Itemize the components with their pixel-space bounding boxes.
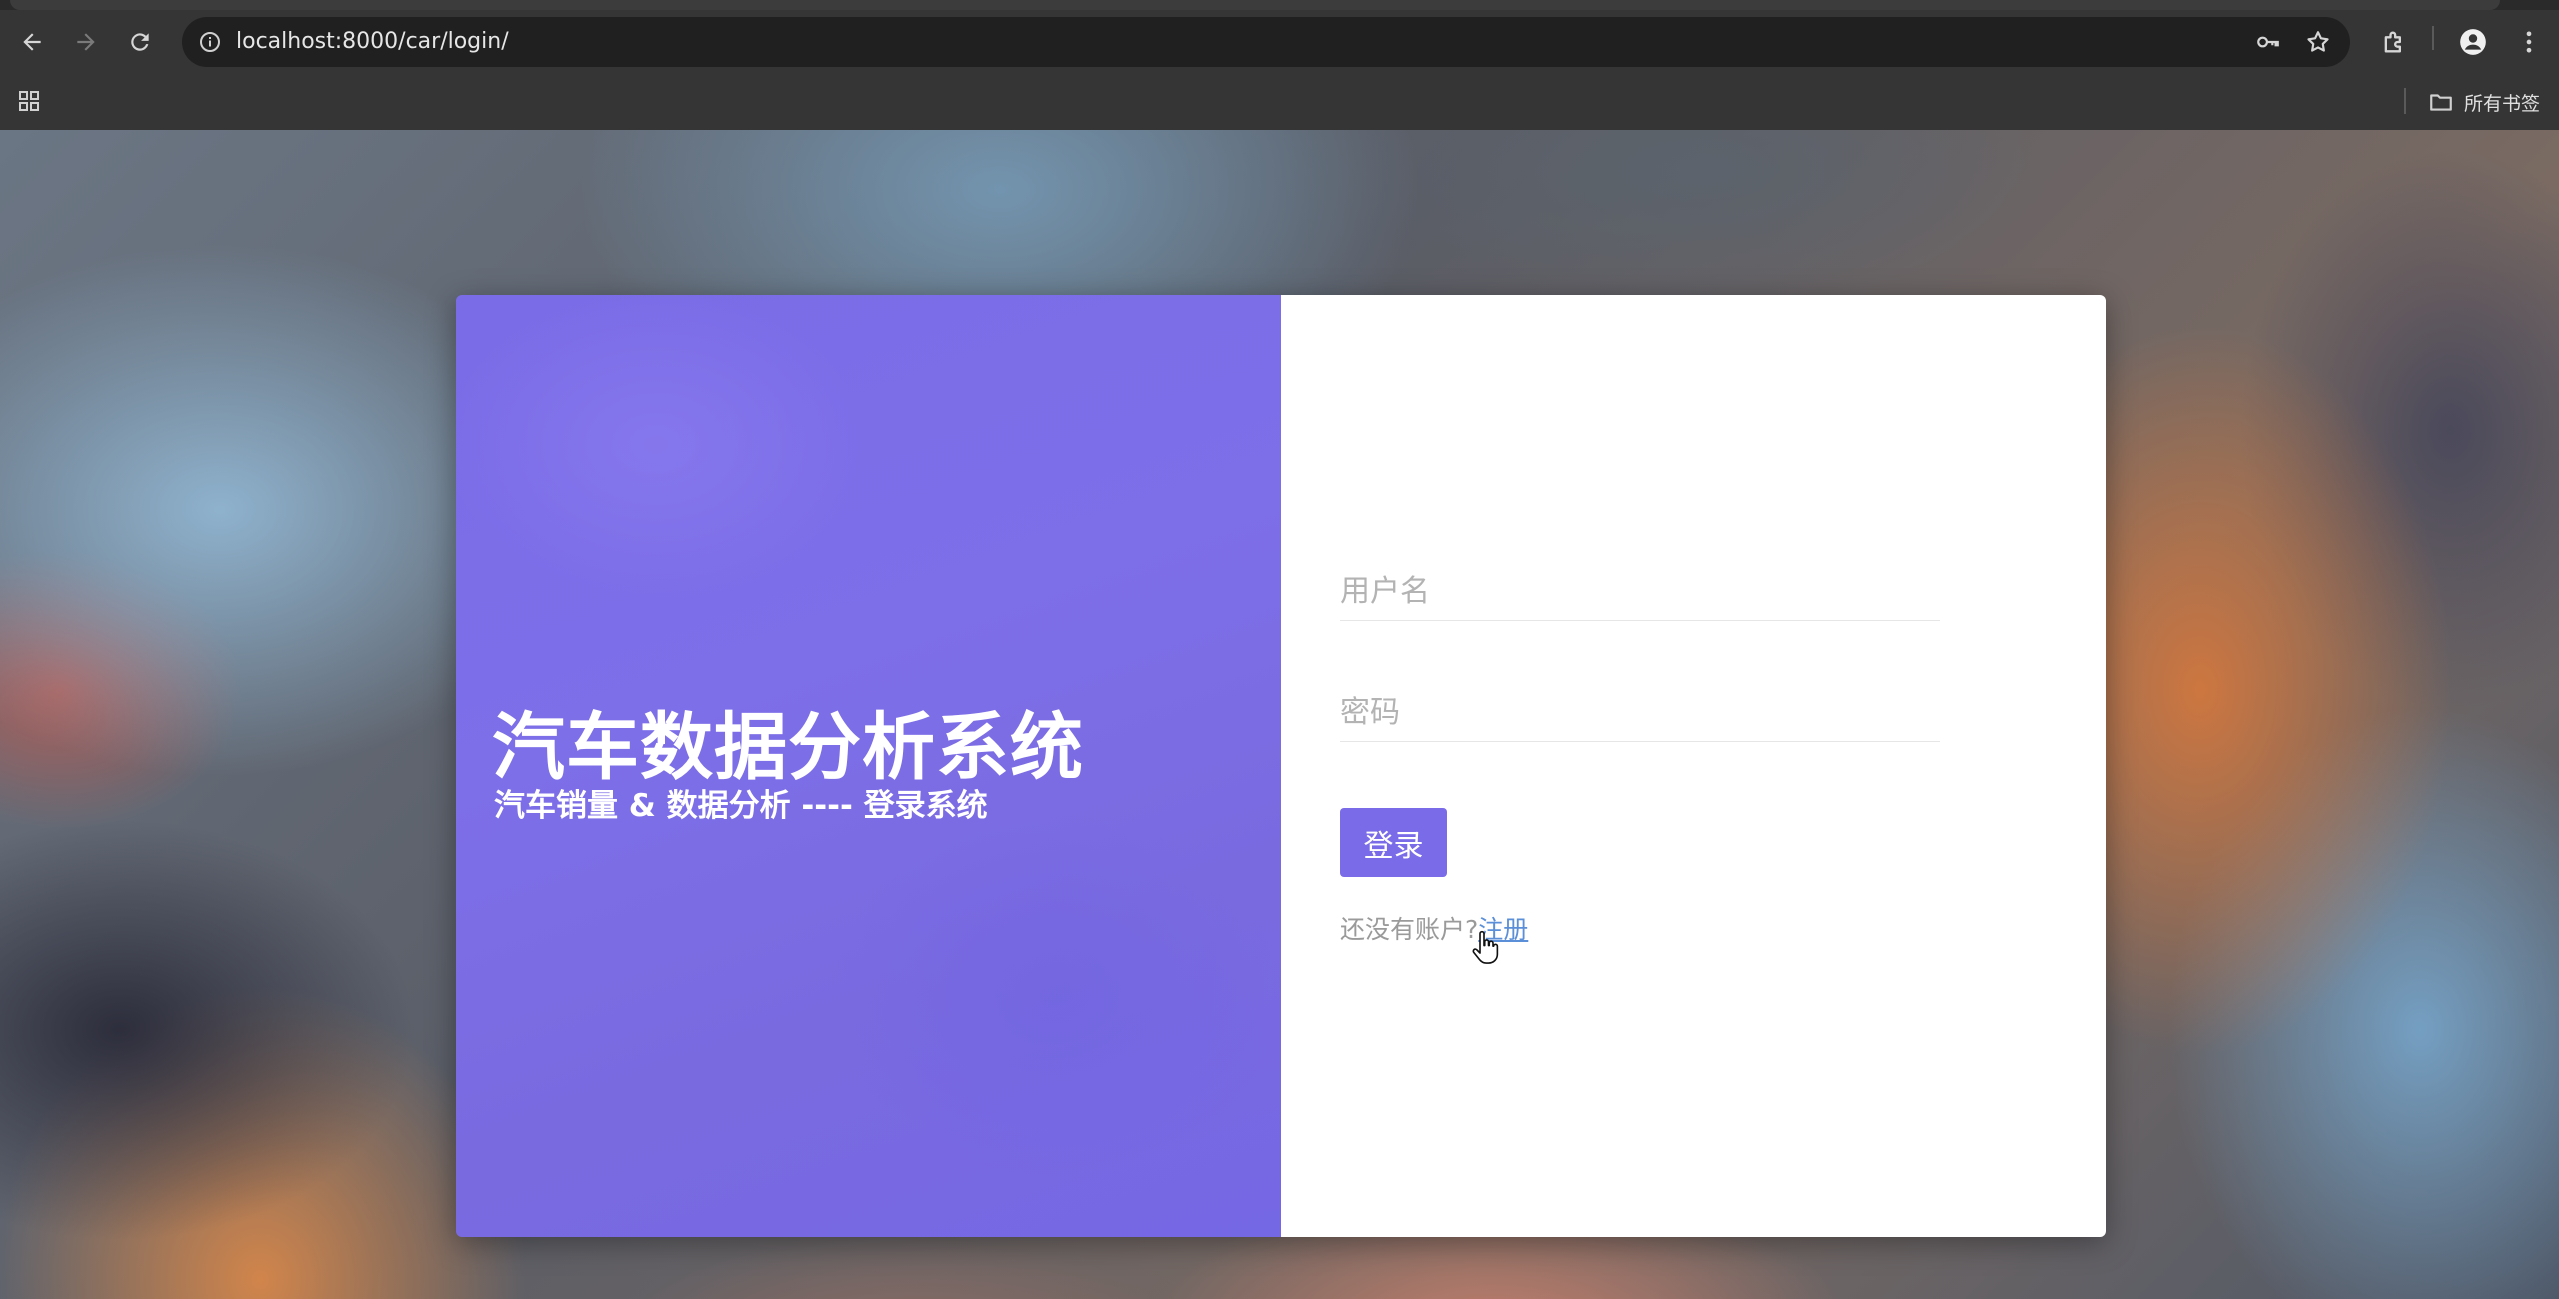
- url-text[interactable]: localhost:8000/car/login/: [236, 17, 509, 67]
- more-vertical-icon: [2526, 31, 2532, 53]
- system-subtitle: 汽车销量 & 数据分析 ---- 登录系统: [494, 788, 988, 824]
- toolbar-divider: [2432, 26, 2434, 50]
- active-tab[interactable]: [10, 0, 2500, 10]
- login-card: 汽车数据分析系统 汽车销量 & 数据分析 ---- 登录系统 登录 还没有账户?…: [456, 295, 2106, 1237]
- browser-toolbar: localhost:8000/car/login/: [0, 10, 2559, 74]
- browser-chrome: localhost:8000/car/login/ 所有书签: [0, 0, 2559, 130]
- username-input[interactable]: [1340, 563, 1940, 621]
- apps-button[interactable]: [14, 86, 44, 116]
- bookmarks-divider: [2404, 88, 2406, 114]
- all-bookmarks-label: 所有书签: [2464, 92, 2541, 115]
- info-circle-icon: [200, 32, 220, 52]
- register-prompt: 还没有账户?注册: [1340, 910, 1528, 946]
- login-form: 登录 还没有账户?注册: [1281, 295, 2106, 1237]
- hand-cursor-icon: [1472, 930, 1499, 964]
- grid-icon: [19, 91, 39, 111]
- password-input[interactable]: [1340, 684, 1940, 742]
- folder-icon: [2430, 94, 2452, 111]
- star-icon: [2307, 31, 2329, 52]
- avatar-icon: [2460, 29, 2486, 55]
- browser-menu-button[interactable]: [2511, 24, 2547, 60]
- password-key-button[interactable]: [2250, 24, 2286, 60]
- reload-button[interactable]: [122, 24, 158, 60]
- back-button[interactable]: [14, 24, 50, 60]
- system-title: 汽车数据分析系统: [492, 705, 1084, 790]
- reload-icon: [131, 33, 149, 51]
- address-bar[interactable]: localhost:8000/car/login/: [182, 17, 2350, 67]
- login-button[interactable]: 登录: [1340, 808, 1447, 877]
- forward-button[interactable]: [68, 24, 104, 60]
- extensions-button[interactable]: [2376, 24, 2412, 60]
- arrow-right-icon: [77, 33, 95, 51]
- key-icon: [2257, 36, 2279, 48]
- site-info-button[interactable]: [192, 24, 228, 60]
- bookmarks-bar: 所有书签: [0, 74, 2559, 130]
- puzzle-icon: [2384, 31, 2401, 53]
- tab-strip: [0, 0, 2559, 10]
- register-prompt-text: 还没有账户?: [1340, 915, 1479, 944]
- login-banner: 汽车数据分析系统 汽车销量 & 数据分析 ---- 登录系统: [456, 295, 1281, 1237]
- bookmark-star-button[interactable]: [2300, 24, 2336, 60]
- page-viewport: 汽车数据分析系统 汽车销量 & 数据分析 ---- 登录系统 登录 还没有账户?…: [0, 130, 2559, 1299]
- profile-button[interactable]: [2455, 24, 2491, 60]
- all-bookmarks-button[interactable]: 所有书签: [2428, 82, 2540, 122]
- arrow-left-icon: [23, 33, 41, 51]
